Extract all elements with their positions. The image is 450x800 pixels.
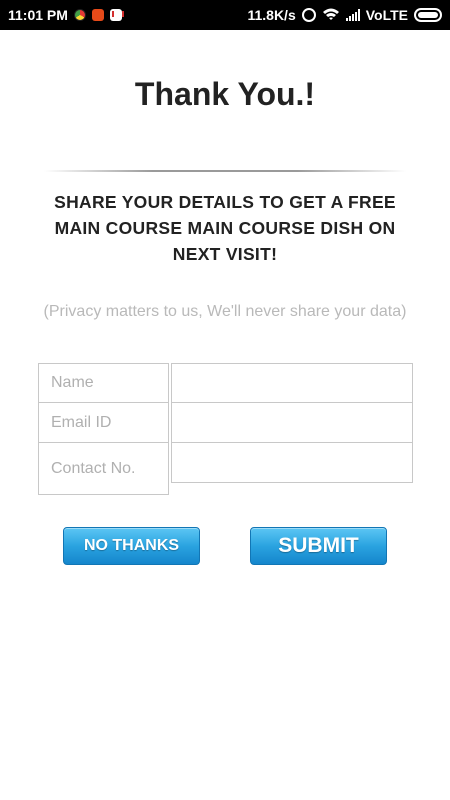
details-form: Name Email ID Contact No.	[38, 363, 413, 495]
chrome-icon	[73, 9, 86, 21]
email-label: Email ID	[38, 403, 170, 443]
divider	[44, 170, 406, 172]
status-time: 11:01 PM	[8, 7, 68, 23]
form-row-email: Email ID	[38, 403, 413, 443]
name-label: Name	[38, 363, 170, 403]
email-input-cell[interactable]	[171, 403, 413, 443]
submit-button[interactable]: SUBMIT	[250, 527, 387, 565]
privacy-text: (Privacy matters to us, We'll never shar…	[43, 303, 407, 320]
form-row-contact: Contact No.	[38, 443, 413, 495]
contact-input[interactable]	[172, 443, 412, 482]
network-type: VoLTE	[365, 7, 408, 23]
page-title: Thank You.!	[134, 76, 316, 112]
status-right: 11.8K/s VoLTE	[247, 7, 442, 24]
battery-icon	[414, 8, 442, 22]
alarm-icon	[301, 8, 316, 22]
gmail-icon	[109, 9, 124, 21]
network-speed: 11.8K/s	[247, 7, 296, 23]
status-bar: 11:01 PM 11.8K/s VoLTE	[0, 0, 450, 30]
mi-icon	[91, 9, 104, 21]
form-row-name: Name	[38, 363, 413, 403]
no-thanks-button[interactable]: NO THANKS	[63, 527, 200, 565]
email-input[interactable]	[172, 403, 412, 442]
signal-icon	[345, 9, 360, 21]
status-left: 11:01 PM	[8, 7, 124, 23]
contact-input-cell[interactable]	[171, 443, 413, 483]
contact-label: Contact No.	[38, 443, 170, 495]
name-input[interactable]	[172, 364, 412, 402]
wifi-icon	[322, 7, 340, 24]
offer-text: SHARE YOUR DETAILS TO GET A FREE MAIN CO…	[54, 192, 396, 264]
name-input-cell[interactable]	[171, 363, 413, 403]
